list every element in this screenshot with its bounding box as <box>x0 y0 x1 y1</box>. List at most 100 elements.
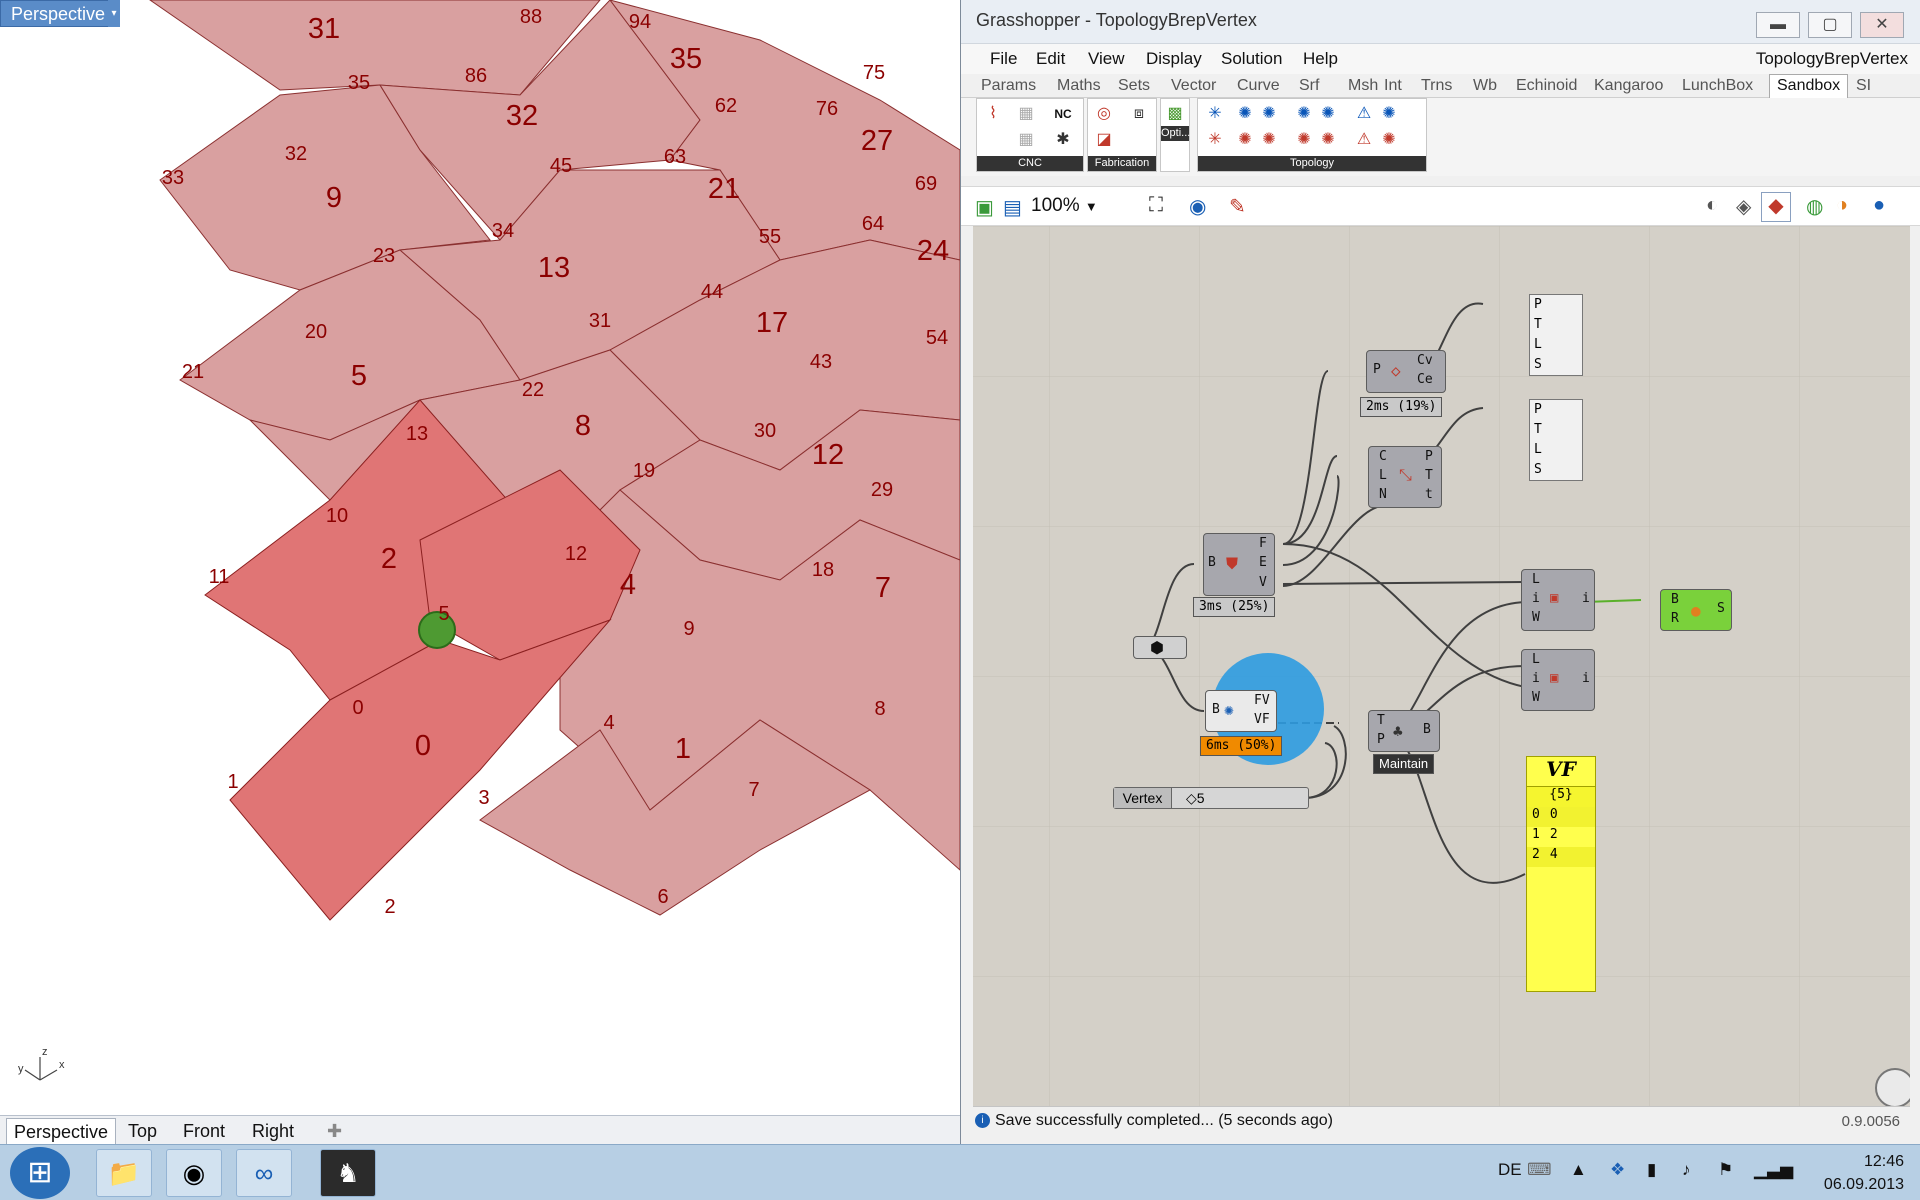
title-bar[interactable]: Grasshopper - TopologyBrepVertex ▬ ▢ ✕ <box>961 0 1920 44</box>
port-in-n[interactable]: N <box>1379 487 1387 502</box>
tab-maths[interactable]: Maths <box>1057 77 1101 95</box>
port-in-i[interactable]: i <box>1532 671 1540 686</box>
port-out-e[interactable]: E <box>1259 555 1267 570</box>
topology-polygon-icon[interactable]: ✺ <box>1234 103 1256 125</box>
tab-sets[interactable]: Sets <box>1118 77 1150 95</box>
display-options-icon[interactable]: ● <box>1873 194 1885 217</box>
clock[interactable]: 12:46 06.09.2013 <box>1824 1150 1904 1196</box>
port-out-v[interactable]: V <box>1259 575 1267 590</box>
port-out-s[interactable]: S <box>1717 601 1725 616</box>
port-in-b[interactable]: B <box>1671 592 1679 607</box>
topology-point-red-icon[interactable]: ✳ <box>1204 129 1226 151</box>
tab-si[interactable]: SI <box>1856 77 1871 95</box>
tab-srf[interactable]: Srf <box>1299 77 1319 95</box>
port-in-b[interactable]: B <box>1208 555 1216 570</box>
port-out-tt[interactable]: t <box>1425 487 1433 502</box>
curve-component[interactable]: P ◇ Cv Ce <box>1366 350 1446 393</box>
menu-edit[interactable]: Edit <box>1036 49 1065 69</box>
brep-param[interactable]: ⬢ <box>1133 636 1187 659</box>
zoom-level[interactable]: 100% ▼ <box>1031 195 1131 219</box>
list-item-component-bottom[interactable]: L i W ▣ i <box>1521 649 1595 711</box>
cnc-tool-icon[interactable]: ⌇ <box>982 103 1004 125</box>
tree-branch-component[interactable]: T P ♣ B <box>1368 710 1440 752</box>
port-out-i[interactable]: i <box>1582 591 1590 606</box>
custom-preview-component[interactable]: B R ● S <box>1660 589 1732 631</box>
tab-front[interactable]: Front <box>176 1118 232 1144</box>
cnc-gear-icon[interactable]: ✱ <box>1052 129 1074 151</box>
flag-icon[interactable]: ⚑ <box>1718 1160 1733 1180</box>
vertex-slider[interactable]: Vertex ◇5 <box>1113 787 1309 809</box>
port-in-p[interactable]: P <box>1373 362 1381 377</box>
port-in-w[interactable]: W <box>1532 610 1540 625</box>
menu-help[interactable]: Help <box>1303 49 1338 69</box>
battery-icon[interactable]: ▮ <box>1647 1160 1656 1180</box>
shaded-preview-icon[interactable]: ◆ <box>1761 192 1791 222</box>
tab-wb[interactable]: Wb <box>1473 77 1497 95</box>
topology-polygon-red2-icon[interactable]: ✺ <box>1258 129 1280 151</box>
volume-icon[interactable]: ♪ <box>1682 1160 1691 1180</box>
tab-trns[interactable]: Trns <box>1421 77 1452 95</box>
topology-polygon-edge-icon[interactable]: ✺ <box>1258 103 1280 125</box>
fabrication-icon[interactable]: ◎ <box>1093 103 1115 125</box>
gh-canvas[interactable]: ⬢ B ⛊ F E V 3ms (25%) P ◇ Cv Ce 2ms (19%… <box>973 226 1910 1106</box>
port-in-l[interactable]: L <box>1379 468 1387 483</box>
network-icon[interactable]: ▁▃▅ <box>1754 1160 1793 1180</box>
explorer-icon[interactable]: 📁 <box>96 1149 152 1197</box>
tab-lunchbox[interactable]: LunchBox <box>1682 77 1753 95</box>
topology-brep-edge-icon[interactable]: ✺ <box>1317 103 1339 125</box>
port-out-vf[interactable]: VF <box>1254 712 1270 727</box>
viewport-menu-chevron-icon[interactable]: ▾ <box>108 0 120 27</box>
tab-top[interactable]: Top <box>121 1118 164 1144</box>
nc-icon[interactable]: NC <box>1052 103 1074 125</box>
close-button[interactable]: ✕ <box>1860 12 1904 38</box>
port-in-l[interactable]: L <box>1532 652 1540 667</box>
port-out-i[interactable]: i <box>1582 671 1590 686</box>
topology-brep-icon[interactable]: ✺ <box>1293 103 1315 125</box>
cnc-grid-icon[interactable]: ▦ <box>1015 129 1037 151</box>
evaluate-curve-component[interactable]: C L N ⤡ P T t <box>1368 446 1442 508</box>
deconstruct-brep-component[interactable]: B ⛊ F E V <box>1203 533 1275 596</box>
list-item-component-top[interactable]: L i W ▣ i <box>1521 569 1595 631</box>
port-out-fv[interactable]: FV <box>1254 693 1270 708</box>
param-panel-1[interactable]: P T L S <box>1529 294 1583 376</box>
port-out-ce[interactable]: Ce <box>1417 372 1433 387</box>
port-out-cv[interactable]: Cv <box>1417 353 1433 368</box>
language-indicator[interactable]: DE <box>1498 1160 1522 1180</box>
bake-icon[interactable]: ◍ <box>1806 194 1823 219</box>
slider-value[interactable]: ◇5 <box>1186 788 1205 808</box>
topology-brep-vertex-component[interactable]: B ✺ FV VF <box>1205 690 1277 732</box>
tab-right[interactable]: Right <box>245 1118 301 1144</box>
menu-file[interactable]: File <box>990 49 1017 69</box>
keyboard-icon[interactable]: ⌨ <box>1527 1160 1552 1180</box>
topology-mesh-red2-icon[interactable]: ✺ <box>1378 129 1400 151</box>
tab-kangaroo[interactable]: Kangaroo <box>1594 77 1663 95</box>
tab-perspective[interactable]: Perspective <box>6 1118 117 1144</box>
port-out-b[interactable]: B <box>1423 722 1431 737</box>
minimize-button[interactable]: ▬ <box>1756 12 1800 38</box>
show-hidden-icons-icon[interactable]: ▲ <box>1570 1160 1587 1180</box>
material-icon[interactable]: ◑ <box>1836 194 1848 217</box>
port-in-w[interactable]: W <box>1532 690 1540 705</box>
port-in-p[interactable]: P <box>1377 732 1385 747</box>
dropbox-icon[interactable]: ❖ <box>1610 1160 1625 1180</box>
vf-panel[interactable]: VF {5} 001224 <box>1526 756 1596 992</box>
topology-polygon-red-icon[interactable]: ✺ <box>1234 129 1256 151</box>
port-in-t[interactable]: T <box>1377 713 1385 728</box>
tab-echinoid[interactable]: Echinoid <box>1516 77 1577 95</box>
tab-vector[interactable]: Vector <box>1171 77 1216 95</box>
tab-msh[interactable]: Msh <box>1348 77 1378 95</box>
topology-brep-red2-icon[interactable]: ✺ <box>1317 129 1339 151</box>
topology-point-icon[interactable]: ✳ <box>1204 103 1226 125</box>
start-button[interactable]: ⊞ <box>10 1147 70 1199</box>
port-out-f[interactable]: F <box>1259 536 1267 551</box>
tab-sandbox[interactable]: Sandbox <box>1769 74 1849 98</box>
topology-brep-red-icon[interactable]: ✺ <box>1293 129 1315 151</box>
open-file-icon[interactable]: ▣ <box>975 195 994 220</box>
sketch-brush-icon[interactable]: ✎ <box>1229 194 1246 219</box>
restore-button[interactable]: ▢ <box>1808 12 1852 38</box>
tab-params[interactable]: Params <box>981 77 1036 95</box>
zoom-widget-icon[interactable] <box>1875 1068 1910 1106</box>
chrome-icon[interactable]: ◉ <box>166 1149 222 1197</box>
save-file-icon[interactable]: ▤ <box>1003 195 1022 220</box>
viewport-title[interactable]: Perspective <box>0 0 117 27</box>
